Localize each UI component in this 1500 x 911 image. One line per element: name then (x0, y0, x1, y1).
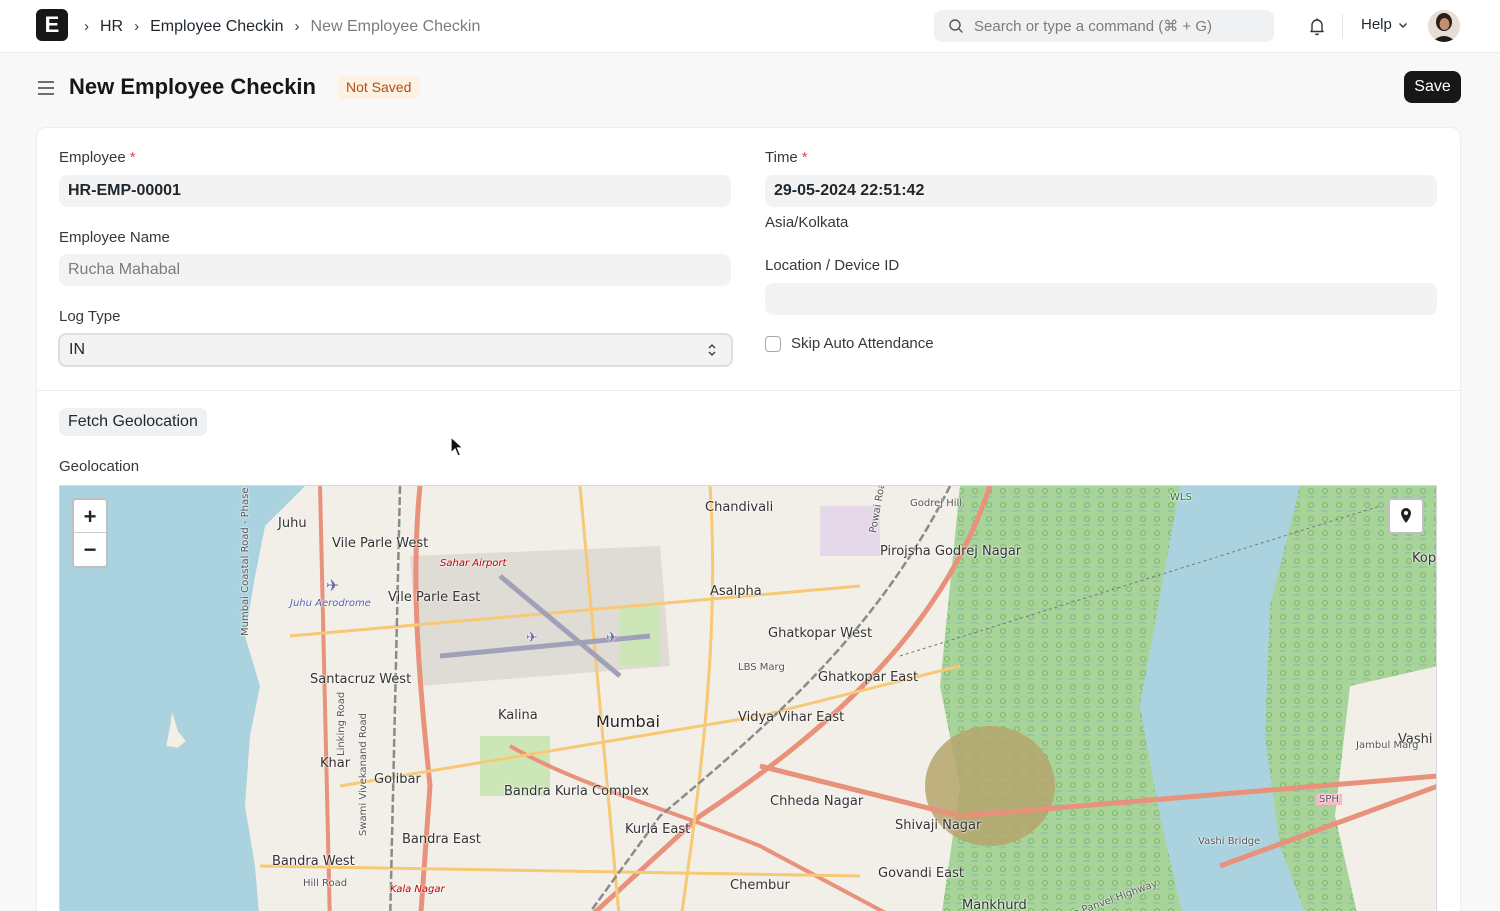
status-badge: Not Saved (337, 76, 421, 99)
map-label: Kurla East (625, 822, 691, 837)
map-label: Vidya Vihar East (738, 710, 845, 725)
breadcrumb: › HR › Employee Checkin › New Employee C… (84, 0, 491, 53)
map-label: Hill Road (303, 878, 348, 889)
map-label: Kala Nagar (390, 884, 445, 895)
map-label: Mumbai Coastal Road - Phase II (240, 485, 251, 636)
log-type-select[interactable]: IN (58, 333, 733, 367)
map-label: Swami Vivekanand Road (358, 713, 369, 836)
map-label: Vile Parle East (388, 590, 481, 605)
map-label: Juhu (278, 516, 307, 531)
map-label: Mankhurd (962, 898, 1027, 911)
airport-icon: ✈ (326, 576, 340, 595)
help-label: Help (1361, 16, 1392, 33)
breadcrumb-new-employee-checkin[interactable]: New Employee Checkin (311, 18, 481, 36)
locate-button[interactable] (1388, 498, 1424, 534)
page-title: New Employee Checkin (69, 74, 316, 99)
location-field[interactable] (765, 283, 1437, 315)
skip-auto-attendance-checkbox[interactable] (765, 335, 781, 352)
log-type-value: IN (69, 341, 85, 358)
map-label: Shivaji Nagar (895, 818, 982, 833)
time-label: Time * (765, 149, 808, 166)
zoom-control: + − (72, 498, 108, 568)
map-label: Juhu Aerodrome (290, 598, 371, 609)
employee-field[interactable]: HR-EMP-00001 (59, 175, 731, 207)
map-label: Ghatkopar East (818, 670, 919, 685)
map-label: Golibar (374, 772, 421, 787)
map-label: Asalpha (710, 584, 762, 599)
zoom-out-button[interactable]: − (74, 533, 106, 566)
breadcrumb-employee-checkin[interactable]: Employee Checkin (150, 18, 283, 36)
help-dropdown[interactable]: Help (1361, 16, 1408, 33)
skip-auto-attendance[interactable]: Skip Auto Attendance (765, 335, 934, 352)
search-bar[interactable] (934, 10, 1274, 42)
geolocation-map[interactable]: Juhu Vile Parle West Sahar Airport Juhu … (59, 485, 1437, 911)
chevron-right-icon: › (84, 18, 89, 35)
map-label: Mumbai (596, 712, 660, 731)
map-label: Pirojsha Godrej Nagar (880, 544, 1022, 559)
map-label: LBS Marg (738, 662, 785, 673)
sidebar-toggle-icon[interactable] (37, 79, 55, 97)
map-label: Linking Road (336, 691, 347, 756)
mouse-cursor-icon (450, 436, 464, 457)
geolocation-label: Geolocation (59, 458, 140, 475)
save-button[interactable]: Save (1404, 71, 1461, 103)
navbar: E › HR › Employee Checkin › New Employee… (0, 0, 1500, 53)
zoom-in-button[interactable]: + (74, 500, 106, 533)
map-label: Chandivali (705, 500, 774, 515)
required-mark: * (129, 149, 136, 166)
map-label: Vashi Bridge (1198, 836, 1261, 847)
employee-label: Employee * (59, 149, 136, 166)
map-label: Chheda Nagar (770, 794, 864, 809)
map-label: Bandra Kurla Complex (504, 784, 650, 799)
airport-icon: ✈ (606, 630, 618, 646)
search-input[interactable] (974, 17, 1254, 35)
avatar[interactable] (1428, 10, 1460, 42)
map-label: Bandra East (402, 832, 481, 847)
time-field[interactable]: 29-05-2024 22:51:42 (765, 175, 1437, 207)
map-pin-icon (1401, 508, 1411, 523)
map-label: Santacruz West (310, 672, 412, 687)
map-label: Ghatkopar West (768, 626, 873, 641)
navbar-divider (1342, 14, 1343, 38)
map-label: Kop (1412, 551, 1437, 566)
map-tiles (165, 486, 1436, 911)
chevron-right-icon: › (134, 18, 140, 35)
log-type-label: Log Type (59, 308, 121, 325)
select-arrows-icon (708, 344, 716, 356)
chevron-down-icon (1398, 22, 1407, 28)
map-label: Khar (320, 756, 351, 771)
form-card: Employee * HR-EMP-00001 Employee Name Ruc… (36, 127, 1461, 911)
employee-name-field: Rucha Mahabal (59, 254, 731, 286)
map-label: Bandra West (272, 854, 355, 869)
map-label: WLS (1170, 492, 1192, 503)
chevron-right-icon: › (294, 18, 300, 35)
map-label: Vile Parle West (332, 536, 429, 551)
map-label: Jambul Marg (1356, 740, 1419, 751)
map-label: Kalina (498, 708, 538, 723)
notification-bell-icon[interactable] (1307, 16, 1327, 36)
map-label: Govandi East (878, 866, 964, 881)
map-label: Godrej Hill (910, 498, 963, 509)
employee-name-label: Employee Name (59, 229, 170, 246)
airport-icon: ✈ (526, 630, 538, 646)
location-label: Location / Device ID (765, 257, 900, 274)
map-label: SPH (1316, 794, 1342, 805)
timezone-label: Asia/Kolkata (765, 214, 849, 231)
breadcrumb-hr[interactable]: HR (100, 18, 123, 36)
map-label: Sahar Airport (440, 558, 507, 569)
section-divider (37, 390, 1460, 391)
required-mark: * (801, 149, 808, 166)
map-label: Chembur (730, 878, 790, 893)
skip-auto-attendance-label: Skip Auto Attendance (791, 335, 934, 352)
search-icon (949, 19, 963, 33)
fetch-geolocation-button[interactable]: Fetch Geolocation (59, 408, 207, 436)
app-logo[interactable]: E (36, 9, 68, 41)
